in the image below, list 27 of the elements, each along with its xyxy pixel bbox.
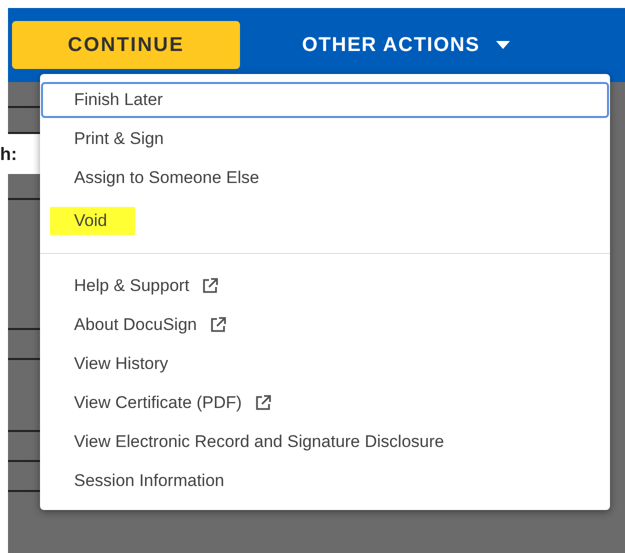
menu-item[interactable]: About DocuSign [41, 307, 609, 343]
external-link-icon [201, 277, 220, 295]
field-label: h: [0, 142, 17, 166]
menu-item-label: Assign to Someone Else [74, 168, 260, 188]
external-link-icon [208, 316, 227, 334]
continue-button[interactable]: CONTINUE [12, 21, 240, 69]
external-link-icon [254, 394, 272, 412]
menu-item-label: View History [74, 354, 168, 374]
menu-item-label: Help & Support [74, 276, 190, 296]
caret-icon [496, 41, 510, 49]
menu-item-label: Session Information [74, 471, 224, 491]
menu-item-label: Void [50, 207, 136, 235]
menu-item[interactable]: View Certificate (PDF) [41, 385, 609, 421]
menu-item[interactable]: View Electronic Record and Signature Disclosure [41, 424, 609, 460]
menu-item[interactable]: Help & Support [41, 268, 609, 304]
menu-item-label: View Certificate (PDF) [74, 393, 242, 413]
menu-item-label: About DocuSign [74, 315, 197, 335]
menu-item[interactable]: Print & Sign [41, 121, 609, 157]
menu-item[interactable]: Finish Later [41, 82, 609, 118]
menu-item[interactable]: View History [41, 346, 609, 382]
menu-item[interactable]: Assign to Someone Else [41, 160, 609, 196]
menu-item-label: Print & Sign [74, 129, 164, 149]
menu-item-label: Finish Later [74, 90, 163, 110]
menu-item-label: View Electronic Record and Signature Disclosure [74, 432, 444, 452]
other-actions-button[interactable]: OTHER ACTIONS [294, 21, 518, 69]
menu-item[interactable]: Session Information [41, 463, 609, 499]
menu-item[interactable]: Void [41, 199, 609, 243]
